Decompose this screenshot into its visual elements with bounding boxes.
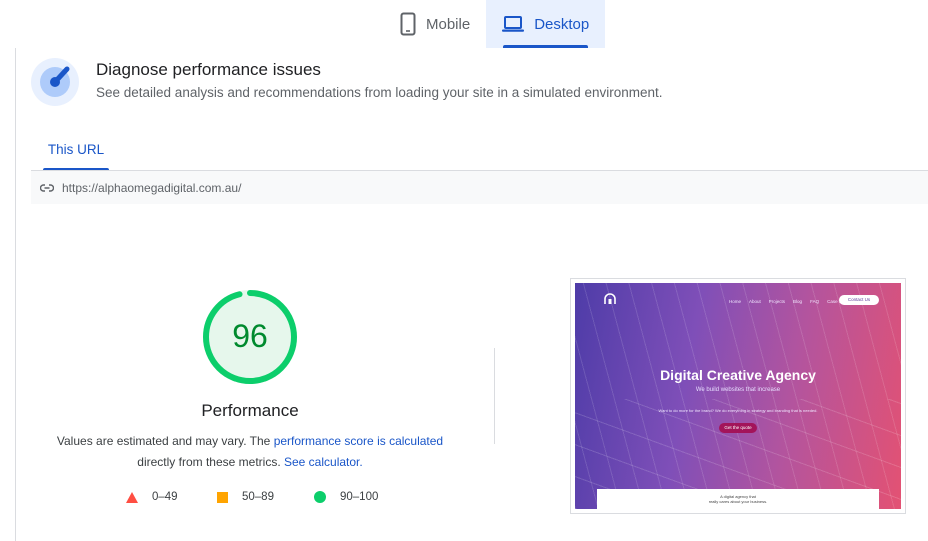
preview-panel-line2: really cares about your business. <box>708 499 768 504</box>
score-calculated-link[interactable]: performance score is calculated <box>274 434 443 448</box>
preview-nav-item: Projects <box>768 299 786 304</box>
performance-score: 96 <box>232 318 268 354</box>
left-divider <box>15 48 16 541</box>
legend-average: 50–89 <box>217 491 274 503</box>
circle-icon <box>314 491 326 503</box>
tab-this-url[interactable]: This URL <box>31 127 121 171</box>
tab-desktop[interactable]: Desktop <box>486 0 606 48</box>
preview-cta-button: Get the quote <box>719 423 757 433</box>
preview-nav-item: About <box>749 299 761 304</box>
legend-pass-range: 90–100 <box>340 491 379 503</box>
tab-this-url-label: This URL <box>47 141 105 157</box>
preview-white-panel: A digital agency that really cares about… <box>597 489 879 509</box>
preview-nav-item: Blog <box>793 299 803 304</box>
page-preview: Home About Projects Blog FAQ Case Study … <box>575 283 901 509</box>
legend-fail: 0–49 <box>126 491 178 503</box>
preview-nav-item: FAQ <box>810 299 820 304</box>
preview-nav: Home About Projects Blog FAQ Case Study <box>729 299 850 304</box>
legend-average-range: 50–89 <box>242 491 274 503</box>
legend-pass: 90–100 <box>314 491 378 503</box>
device-tabs: Mobile Desktop <box>384 0 606 48</box>
preview-small-text: Want to do more for the brand? We do eve… <box>658 408 818 413</box>
smartphone-icon <box>400 12 416 36</box>
url-bar: https://alphaomegadigital.com.au/ <box>31 171 928 204</box>
tab-mobile-label: Mobile <box>426 15 471 33</box>
explanation-middle: directly from these metrics. <box>137 455 281 469</box>
tab-desktop-label: Desktop <box>534 15 590 33</box>
diagnose-title: Diagnose performance issues <box>96 60 321 79</box>
site-logo-icon <box>604 293 616 304</box>
laptop-icon <box>502 16 525 32</box>
tab-mobile[interactable]: Mobile <box>384 0 486 48</box>
diagnose-subtitle: See detailed analysis and recommendation… <box>96 85 663 100</box>
preview-contact-button: Contact Us <box>839 295 879 305</box>
analyzed-url: https://alphaomegadigital.com.au/ <box>62 180 242 195</box>
legend-fail-range: 0–49 <box>152 491 178 503</box>
link-icon <box>40 183 54 192</box>
square-icon <box>217 491 228 503</box>
preview-nav-item: Home <box>729 299 742 304</box>
vertical-divider <box>494 348 495 444</box>
see-calculator-link[interactable]: See calculator. <box>284 455 363 469</box>
performance-label: Performance <box>201 401 299 420</box>
preview-tagline: We build websites that increase <box>695 387 781 393</box>
preview-headline: Digital Creative Agency <box>660 367 816 383</box>
explanation-prefix: Values are estimated and may vary. The <box>56 434 271 448</box>
triangle-icon <box>126 491 138 503</box>
preview-panel-text: A digital agency that really cares about… <box>597 494 879 504</box>
final-screenshot[interactable]: Home About Projects Blog FAQ Case Study … <box>570 278 906 514</box>
score-explanation: Values are estimated and may vary. The p… <box>40 431 460 473</box>
speedometer-icon <box>31 58 79 106</box>
